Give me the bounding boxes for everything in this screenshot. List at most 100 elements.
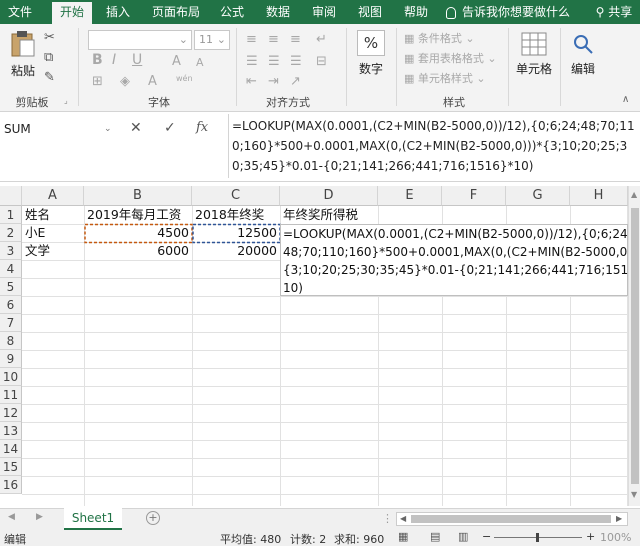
tab-insert[interactable]: 插入: [102, 0, 134, 24]
column-header-g[interactable]: G: [506, 186, 570, 206]
row-header[interactable]: 7: [0, 314, 22, 332]
cell-c2[interactable]: 12500: [192, 224, 280, 242]
cell-a1[interactable]: 姓名: [25, 206, 50, 224]
enter-icon[interactable]: ✓: [164, 120, 176, 136]
row-header[interactable]: 12: [0, 404, 22, 422]
cell-c1[interactable]: 2018年终奖: [195, 206, 264, 224]
align-right-icon[interactable]: ☰: [290, 54, 302, 69]
zoom-in-icon[interactable]: +: [586, 530, 595, 543]
horizontal-scrollbar[interactable]: ◀ ▶: [396, 512, 628, 526]
conditional-format-button[interactable]: ▦ 条件格式 ⌄: [404, 30, 475, 46]
row-header[interactable]: 11: [0, 386, 22, 404]
tab-review[interactable]: 审阅: [308, 0, 340, 24]
column-header-e[interactable]: E: [378, 186, 442, 206]
column-header-h[interactable]: H: [570, 186, 628, 206]
cell-d2-editor[interactable]: =LOOKUP(MAX(0.0001,(C2+MIN(B2-5000,0))/1…: [280, 224, 640, 296]
tab-formulas[interactable]: 公式: [216, 0, 248, 24]
align-middle-icon[interactable]: ≡: [268, 32, 279, 47]
row-header[interactable]: 1: [0, 206, 22, 224]
normal-view-icon[interactable]: ▦: [398, 530, 408, 543]
cell-a2[interactable]: 小E: [25, 224, 45, 242]
cell-a3[interactable]: 文学: [25, 242, 50, 260]
formula-input[interactable]: =LOOKUP(MAX(0.0001,(C2+MIN(B2-5000,0))/1…: [232, 116, 638, 176]
tab-page-layout[interactable]: 页面布局: [148, 0, 204, 24]
cells-button[interactable]: 单元格: [514, 28, 554, 84]
scroll-left-icon[interactable]: ◀: [400, 514, 406, 523]
scroll-up-icon[interactable]: ▲: [631, 190, 637, 199]
row-header[interactable]: 14: [0, 440, 22, 458]
page-break-view-icon[interactable]: ▥: [458, 530, 468, 543]
collapse-ribbon-icon[interactable]: ∧: [622, 94, 629, 105]
tell-me-box[interactable]: 告诉我你想要做什么: [446, 0, 576, 24]
align-center-icon[interactable]: ☰: [268, 54, 280, 69]
font-size-dropdown[interactable]: 11 ⌄: [194, 30, 230, 50]
scroll-right-icon[interactable]: ▶: [616, 514, 622, 523]
clipboard-launcher-icon[interactable]: ⌟: [64, 96, 68, 105]
fill-color-icon[interactable]: ◈: [120, 74, 130, 89]
increase-font-icon[interactable]: A: [172, 54, 181, 69]
outdent-icon[interactable]: ⇥: [268, 74, 279, 89]
cell-c3[interactable]: 20000: [192, 242, 280, 260]
cell-styles-button[interactable]: ▦ 单元格样式 ⌄: [404, 70, 486, 86]
select-all-corner[interactable]: [0, 186, 22, 206]
sheet-tab-sheet1[interactable]: Sheet1: [64, 508, 122, 530]
share-button[interactable]: ⚲ 共享: [590, 0, 638, 24]
align-left-icon[interactable]: ☰: [246, 54, 258, 69]
row-header[interactable]: 9: [0, 350, 22, 368]
name-box-dropdown-icon[interactable]: ⌄: [104, 124, 112, 134]
tab-data[interactable]: 数据: [262, 0, 294, 24]
editing-button[interactable]: 编辑: [566, 28, 600, 84]
italic-button[interactable]: I: [112, 52, 116, 68]
column-header-b[interactable]: B: [84, 186, 192, 206]
row-header[interactable]: 2: [0, 224, 22, 242]
row-header[interactable]: 3: [0, 242, 22, 260]
name-box[interactable]: SUM: [0, 118, 104, 140]
font-color-icon[interactable]: A: [148, 74, 157, 89]
merge-center-icon[interactable]: ⊟: [316, 54, 327, 69]
font-name-dropdown[interactable]: ⌄: [88, 30, 192, 50]
number-format-button[interactable]: % 数字: [354, 28, 388, 84]
column-header-c[interactable]: C: [192, 186, 280, 206]
row-header[interactable]: 13: [0, 422, 22, 440]
decrease-font-icon[interactable]: A: [196, 56, 204, 69]
align-bottom-icon[interactable]: ≡: [290, 32, 301, 47]
underline-button[interactable]: U: [132, 52, 142, 68]
row-header[interactable]: 6: [0, 296, 22, 314]
align-top-icon[interactable]: ≡: [246, 32, 257, 47]
indent-icon[interactable]: ⇤: [246, 74, 257, 89]
phonetic-icon[interactable]: wén: [176, 74, 193, 83]
column-header-a[interactable]: A: [22, 186, 84, 206]
zoom-slider-thumb[interactable]: [536, 533, 539, 542]
horizontal-scroll-thumb[interactable]: [411, 515, 611, 523]
vertical-scroll-thumb[interactable]: [631, 208, 639, 484]
row-header[interactable]: 8: [0, 332, 22, 350]
vertical-scrollbar[interactable]: ▲ ▼: [628, 186, 640, 506]
bold-button[interactable]: B: [92, 52, 103, 68]
copy-icon[interactable]: ⧉: [44, 50, 53, 65]
borders-icon[interactable]: ⊞: [92, 74, 103, 89]
cell-d1[interactable]: 年终奖所得税: [283, 206, 358, 224]
scroll-down-icon[interactable]: ▼: [631, 490, 637, 499]
tab-help[interactable]: 帮助: [400, 0, 432, 24]
zoom-out-icon[interactable]: −: [482, 530, 491, 543]
tab-home[interactable]: 开始: [52, 2, 92, 24]
column-header-d[interactable]: D: [280, 186, 378, 206]
wrap-text-icon[interactable]: ↵: [316, 32, 327, 47]
cancel-icon[interactable]: ✕: [130, 120, 142, 136]
row-header[interactable]: 16: [0, 476, 22, 494]
cell-b1[interactable]: 2019年每月工资: [87, 206, 181, 224]
page-layout-view-icon[interactable]: ▤: [430, 530, 440, 543]
row-header[interactable]: 4: [0, 260, 22, 278]
cut-icon[interactable]: ✂: [44, 30, 55, 45]
orientation-icon[interactable]: ↗: [290, 74, 301, 89]
row-header[interactable]: 5: [0, 278, 22, 296]
cell-b2[interactable]: 4500: [84, 224, 192, 242]
next-sheet-icon[interactable]: ▶: [36, 512, 43, 522]
format-painter-icon[interactable]: ✎: [44, 70, 55, 85]
prev-sheet-icon[interactable]: ◀: [8, 512, 15, 522]
add-sheet-icon[interactable]: +: [146, 511, 160, 525]
tab-file[interactable]: 文件: [4, 0, 36, 24]
column-header-f[interactable]: F: [442, 186, 506, 206]
tab-view[interactable]: 视图: [354, 0, 386, 24]
row-header[interactable]: 10: [0, 368, 22, 386]
